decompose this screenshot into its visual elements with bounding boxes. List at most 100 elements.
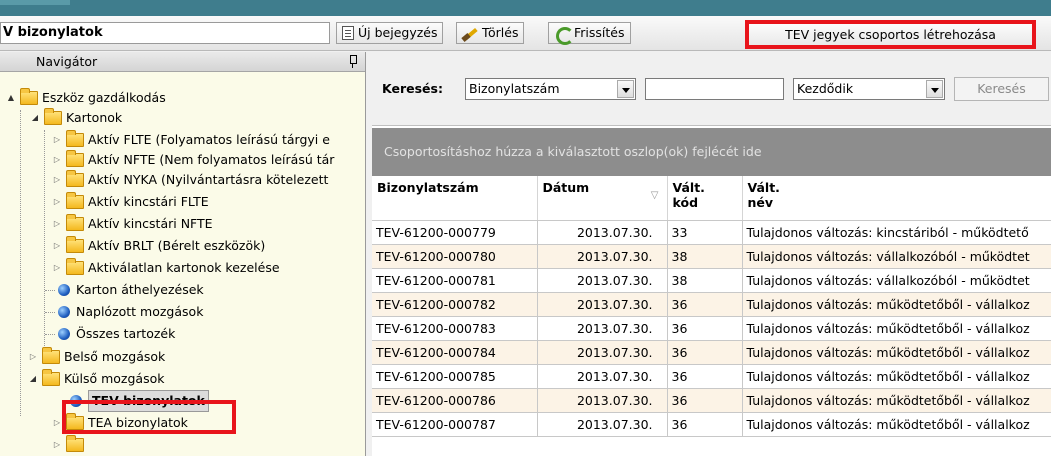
pin-icon[interactable] — [349, 54, 357, 68]
cell-name: Tulajdonos változás: vállalkozóból - műk… — [742, 244, 1051, 269]
cell-name: Tulajdonos változás: kincstáriból - műkö… — [742, 220, 1051, 245]
tree-item-aktiv-kincstari-nfte[interactable]: ▷ Aktív kincstári NFTE — [52, 214, 213, 234]
tree-item-aktiv-nfte[interactable]: ▷ Aktív NFTE (Nem folyamatos leírású tár — [52, 150, 334, 170]
table-header-row: Bizonylatszám Dátum ▽ Vált. kód Vált. név — [372, 176, 1051, 221]
tree-item-kartonok[interactable]: ◢ Kartonok — [30, 108, 122, 128]
cell-code: 36 — [667, 316, 743, 341]
cell-date: 2013.07.30. — [537, 268, 668, 293]
refresh-button[interactable]: Frissítés — [548, 22, 631, 45]
folder-icon — [20, 88, 38, 105]
expand-icon[interactable]: ▷ — [52, 440, 62, 450]
tree-item-kulso-mozgasok[interactable]: ◢ Külső mozgások — [28, 369, 164, 389]
delete-label: Törlés — [482, 25, 519, 40]
table-row[interactable]: TEV-61200-000785 2013.07.30. 36 Tulajdonos … — [372, 364, 1051, 389]
collapse-icon[interactable]: ◢ — [30, 113, 40, 123]
page-title-field: V bizonylatok — [0, 22, 330, 44]
expand-icon[interactable]: ▷ — [52, 197, 62, 207]
tree-line — [45, 290, 55, 291]
cell-doc-no: TEV-61200-000784 — [372, 340, 538, 365]
table-row[interactable]: TEV-61200-000782 2013.07.30. 36 Tulajdonos … — [372, 292, 1051, 317]
table-row[interactable]: TEV-61200-000786 2013.07.30. 36 Tulajdonos … — [372, 388, 1051, 413]
expand-icon[interactable]: ▷ — [52, 219, 62, 229]
expand-icon[interactable]: ▷ — [52, 155, 62, 165]
cell-name: Tulajdonos változás: működtetőből - váll… — [742, 412, 1051, 437]
toolbar: V bizonylatok Új bejegyzés Törlés Frissí… — [0, 16, 1051, 51]
tree-item-label: Aktív NYKA (Nyilvántartásra kötelezett — [88, 172, 329, 187]
column-header-code[interactable]: Vált. kód — [667, 176, 743, 221]
navigator-panel: Navigátor ▲ Eszköz gazdálkodás ◢ Kartono… — [0, 52, 366, 456]
column-header-label: Vált. — [672, 180, 705, 195]
tree-item-karton-athelyezesek[interactable]: Karton áthelyezések — [58, 280, 204, 300]
tree-item-label: Kartonok — [66, 110, 123, 125]
expand-icon[interactable]: ▷ — [52, 135, 62, 145]
search-label: Keresés: — [382, 81, 443, 96]
tree-item-label: Aktív kincstári NFTE — [88, 216, 213, 231]
tree-item-aktivalatlan[interactable]: ▷ Aktiválatlan kartonok kezelése — [52, 258, 280, 278]
tree-item-aktiv-kincstari-flte[interactable]: ▷ Aktív kincstári FLTE — [52, 192, 209, 212]
folder-icon — [42, 369, 60, 386]
column-header-name[interactable]: Vált. név — [742, 176, 1051, 221]
refresh-icon — [554, 25, 574, 45]
delete-button[interactable]: Törlés — [456, 22, 525, 44]
table-row[interactable]: TEV-61200-000787 2013.07.30. 36 Tulajdonos … — [372, 412, 1051, 437]
cell-doc-no: TEV-61200-000781 — [372, 268, 538, 293]
cell-doc-no: TEV-61200-000786 — [372, 388, 538, 413]
cell-doc-no: TEV-61200-000785 — [372, 364, 538, 389]
tree-item-aktiv-brlt[interactable]: ▷ Aktív BRLT (Bérelt eszközök) — [52, 236, 265, 256]
tree-item-naplozott-mozgasok[interactable]: Naplózott mozgások — [58, 302, 203, 322]
cell-code: 36 — [667, 412, 743, 437]
eraser-icon — [462, 25, 478, 41]
expand-icon[interactable]: ▷ — [52, 241, 62, 251]
column-header-date[interactable]: Dátum ▽ — [537, 176, 668, 221]
table-row[interactable]: TEV-61200-000783 2013.07.30. 36 Tulajdonos … — [372, 316, 1051, 341]
column-header-label: Bizonylatszám — [377, 180, 479, 195]
table-row[interactable]: TEV-61200-000780 2013.07.30. 38 Tulajdonos … — [372, 244, 1051, 269]
expand-icon[interactable]: ▷ — [52, 175, 62, 185]
search-bar: Keresés: Bizonylatszám Kezdődik Keresés — [372, 52, 1051, 126]
sort-indicator-icon: ▽ — [650, 190, 659, 201]
search-field-select[interactable]: Bizonylatszám — [465, 78, 636, 100]
table-row[interactable]: TEV-61200-000779 2013.07.30. 33 Tulajdonos … — [372, 220, 1051, 245]
tree-item-belso-mozgasok[interactable]: ▷ Belső mozgások — [28, 347, 165, 367]
cell-name: Tulajdonos változás: vállalkozóból - műk… — [742, 268, 1051, 293]
group-by-panel[interactable]: Csoportosításhoz húzza a kiválasztott os… — [372, 128, 1051, 176]
tree-item-label: Aktív BRLT (Bérelt eszközök) — [88, 238, 266, 253]
table-row[interactable]: TEV-61200-000781 2013.07.30. 38 Tulajdonos … — [372, 268, 1051, 293]
tree-item-aktiv-flte[interactable]: ▷ Aktív FLTE (Folyamatos leírású tárgyi … — [52, 130, 330, 150]
table-row[interactable]: TEV-61200-000784 2013.07.30. 36 Tulajdonos … — [372, 340, 1051, 365]
tree-item-eszkoz-gazdalkodas[interactable]: ▲ Eszköz gazdálkodás — [6, 88, 166, 108]
search-mode-select[interactable]: Kezdődik — [793, 78, 945, 100]
cell-code: 36 — [667, 364, 743, 389]
group-create-tev-button[interactable]: TEV jegyek csoportos létrehozása — [745, 20, 1036, 49]
leaf-bullet-icon — [58, 328, 70, 340]
tree-item-partial[interactable]: ▷ — [52, 435, 88, 455]
cell-code: 36 — [667, 292, 743, 317]
expand-icon[interactable]: ▷ — [52, 263, 62, 273]
collapse-icon[interactable]: ◢ — [28, 374, 38, 384]
search-mode-value: Kezdődik — [797, 81, 854, 96]
folder-icon — [66, 214, 84, 231]
folder-icon — [44, 108, 62, 125]
navigator-title: Navigátor — [36, 54, 98, 69]
column-header-label: Dátum — [542, 180, 590, 195]
data-grid: Bizonylatszám Dátum ▽ Vált. kód Vált. név T… — [372, 176, 1051, 456]
tree-item-aktiv-nyka[interactable]: ▷ Aktív NYKA (Nyilvántartásra kötelezett — [52, 170, 328, 190]
expand-icon[interactable]: ▷ — [28, 352, 38, 362]
folder-icon — [66, 130, 84, 147]
expand-icon[interactable]: ▷ — [52, 418, 62, 428]
tree-item-label: Összes tartozék — [76, 326, 176, 341]
tree-item-osszes-tartozek[interactable]: Összes tartozék — [58, 324, 175, 344]
column-header-doc-no[interactable]: Bizonylatszám — [372, 176, 538, 221]
cell-code: 38 — [667, 244, 743, 269]
cell-date: 2013.07.30. — [537, 388, 668, 413]
folder-icon — [66, 236, 84, 253]
search-input[interactable] — [645, 78, 784, 100]
new-entry-button[interactable]: Új bejegyzés — [336, 22, 444, 44]
collapse-icon[interactable]: ▲ — [6, 93, 16, 103]
navigator-header: Navigátor — [0, 52, 365, 72]
search-button[interactable]: Keresés — [954, 77, 1049, 101]
chevron-down-icon[interactable] — [617, 80, 634, 98]
chevron-down-icon[interactable] — [926, 80, 943, 98]
tree-item-label: Aktív kincstári FLTE — [88, 194, 209, 209]
tree-item-label: Naplózott mozgások — [76, 304, 204, 319]
